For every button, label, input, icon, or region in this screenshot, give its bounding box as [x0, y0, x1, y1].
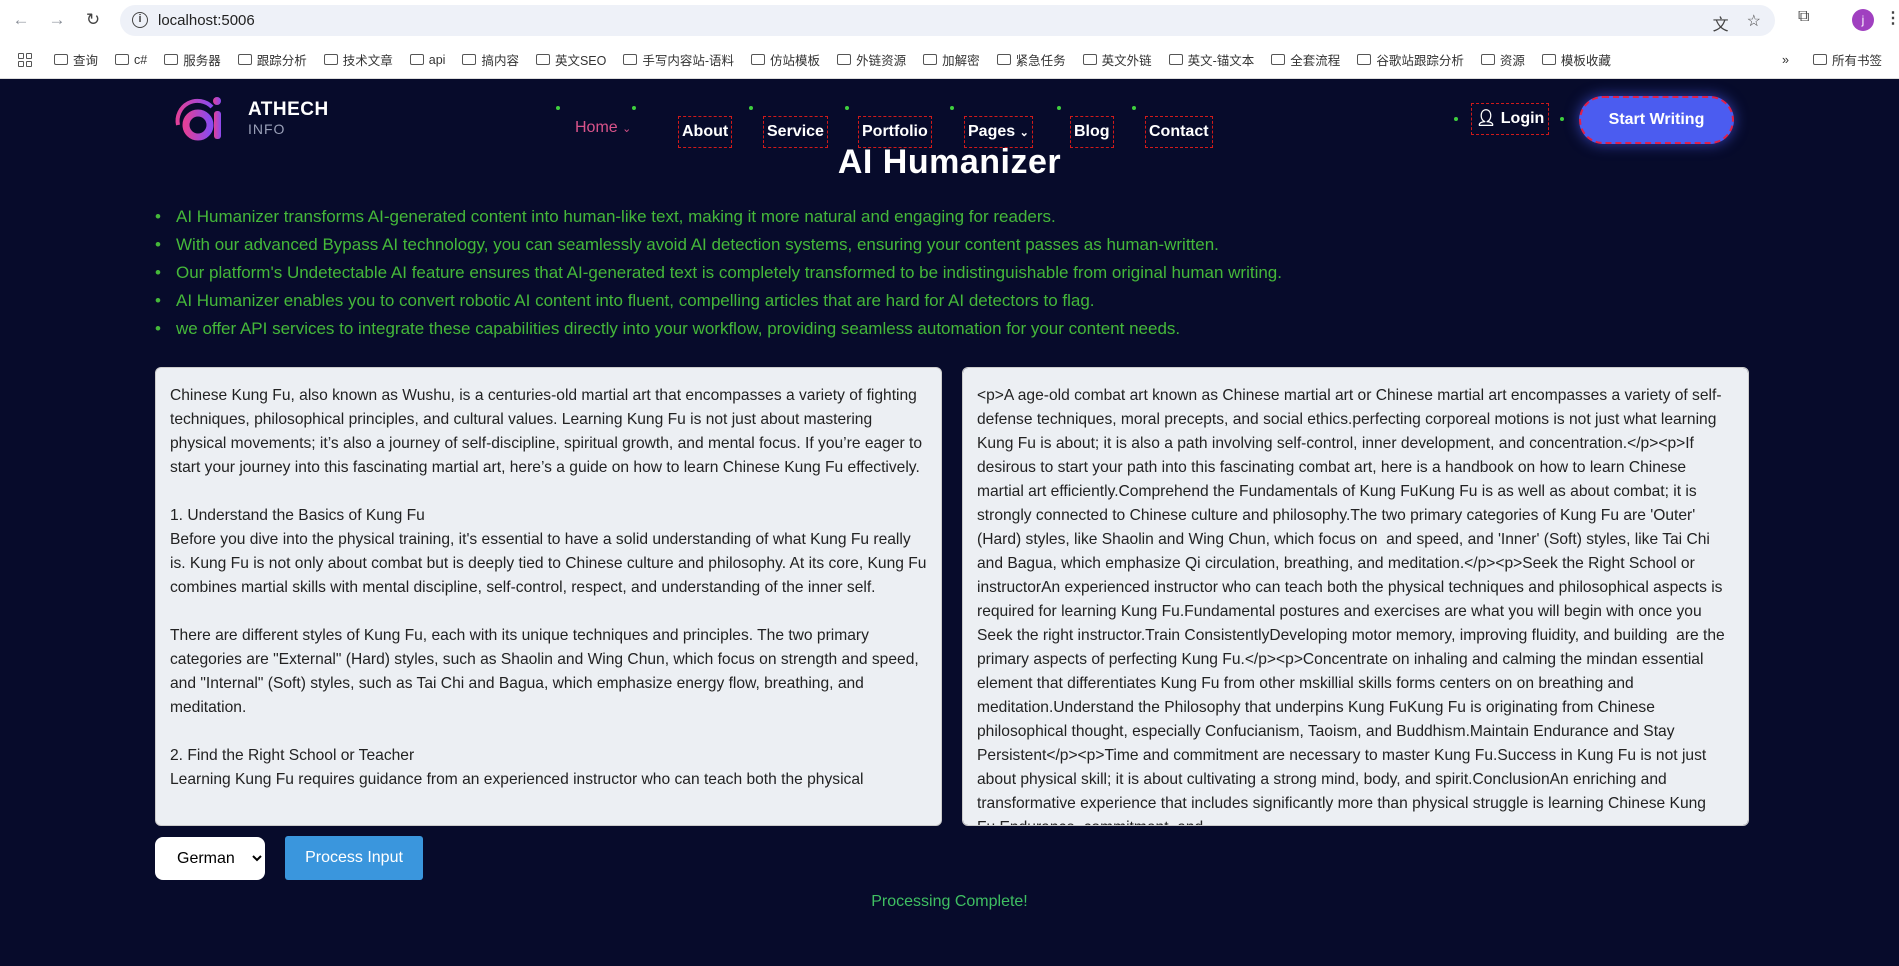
folder-icon	[1082, 54, 1097, 65]
bookmark-item[interactable]: 外链资源	[837, 50, 906, 69]
folder-icon	[751, 54, 766, 65]
folder-icon	[535, 54, 550, 65]
feature-item: With our advanced Bypass AI technology, …	[155, 233, 1282, 261]
nav-dot	[1454, 117, 1458, 121]
chevron-down-icon: ⌄	[622, 123, 632, 135]
bookmark-item[interactable]: 加解密	[923, 50, 980, 69]
folder-icon	[1271, 54, 1286, 65]
feature-item: AI Humanizer enables you to convert robo…	[155, 289, 1282, 317]
bookmark-item[interactable]: 模板收藏	[1541, 50, 1611, 69]
nav-dot	[1560, 117, 1564, 121]
nav-dot	[950, 106, 954, 110]
folder-icon	[1168, 54, 1183, 65]
status-message: Processing Complete!	[871, 893, 1028, 910]
bookmark-star-icon[interactable]: ☆	[1747, 11, 1761, 35]
more-bookmarks[interactable]: »	[1782, 53, 1789, 67]
folder-icon	[164, 54, 179, 65]
bookmark-item[interactable]: 仿站模板	[751, 50, 820, 69]
output-textarea[interactable]	[962, 367, 1749, 826]
user-icon: 👤︎	[1476, 110, 1497, 127]
folder-icon	[1541, 54, 1556, 65]
nav-dot	[1132, 106, 1136, 110]
feature-item: Our platform's Undetectable AI feature e…	[155, 261, 1282, 289]
nav-dot	[845, 106, 849, 110]
brand-sub: INFO	[248, 121, 286, 137]
profile-avatar[interactable]: j	[1852, 9, 1874, 31]
forward-icon[interactable]: →	[46, 10, 68, 30]
login-link[interactable]: 👤︎ Login	[1471, 103, 1550, 135]
bookmark-item[interactable]: 英文-锚文本	[1168, 50, 1254, 69]
bookmark-item[interactable]: 紧急任务	[996, 50, 1066, 69]
nav-dot	[556, 106, 560, 110]
bookmark-item[interactable]: 英文外链	[1082, 50, 1152, 69]
reload-icon[interactable]: ↻	[82, 10, 104, 30]
nav-home[interactable]: Home ⌄	[575, 119, 631, 137]
browser-toolbar: ← → ↻ i localhost:5006 文 ☆ ⧉ j ⋮	[0, 0, 1899, 41]
folder-icon	[623, 54, 638, 65]
folder-icon	[323, 54, 338, 65]
bookmark-item[interactable]: 搞内容	[462, 50, 519, 69]
bookmark-item[interactable]: 服务器	[164, 50, 221, 69]
folder-icon	[837, 54, 852, 65]
bookmark-item[interactable]: 跟踪分析	[237, 50, 307, 69]
address-bar[interactable]: i localhost:5006 文 ☆	[120, 5, 1775, 36]
language-select[interactable]: German	[155, 837, 265, 880]
page: ATHECH INFO Home ⌄ About Service Portfol…	[0, 79, 1899, 966]
bookmark-item[interactable]: 谷歌站跟踪分析	[1357, 50, 1464, 69]
folder-icon	[237, 54, 252, 65]
apps-icon[interactable]	[18, 52, 32, 67]
folder-icon	[409, 54, 424, 65]
nav-dot	[749, 106, 753, 110]
bookmark-item[interactable]: 手写内容站-语料	[623, 50, 734, 69]
bookmarks-bar: 查询 c# 服务器 跟踪分析 技术文章 api 搞内容 英文SEO 手写内容站-语料 仿站模板 外链…	[0, 41, 1899, 79]
start-writing-button[interactable]: Start Writing	[1579, 96, 1734, 144]
input-textarea[interactable]	[155, 367, 942, 826]
nav-dot	[1057, 106, 1061, 110]
bookmark-item[interactable]: 英文SEO	[535, 50, 606, 69]
folder-icon	[54, 54, 68, 65]
folder-icon	[1357, 54, 1372, 65]
feature-item: we offer API services to integrate these…	[155, 317, 1282, 345]
page-title: AI Humanizer	[837, 143, 1062, 181]
bookmark-item[interactable]: 全套流程	[1271, 50, 1340, 69]
extensions-icon[interactable]: ⧉	[1798, 8, 1809, 26]
url-text[interactable]: localhost:5006	[158, 12, 255, 29]
back-icon[interactable]: ←	[10, 10, 32, 30]
translate-icon[interactable]: 文	[1713, 11, 1729, 35]
bookmark-item[interactable]: 技术文章	[323, 50, 393, 69]
brand-name: ATHECH	[248, 99, 329, 120]
feature-item: AI Humanizer transforms AI-generated con…	[155, 205, 1282, 233]
bookmark-item[interactable]: 资源	[1480, 50, 1525, 69]
folder-icon	[996, 54, 1011, 65]
folder-icon	[1480, 54, 1495, 65]
logo-icon[interactable]	[172, 93, 236, 143]
process-input-button[interactable]: Process Input	[285, 836, 423, 880]
folder-icon	[462, 54, 477, 65]
site-info-icon[interactable]: i	[132, 12, 148, 28]
folder-icon	[115, 54, 130, 65]
nav-dot	[632, 106, 636, 110]
bookmark-item[interactable]: api	[409, 50, 445, 69]
folder-icon	[923, 54, 938, 65]
bookmark-item[interactable]: c#	[115, 50, 147, 69]
all-bookmarks[interactable]: 所有书签	[1812, 50, 1882, 69]
menu-icon[interactable]: ⋮	[1885, 8, 1899, 28]
feature-list: AI Humanizer transforms AI-generated con…	[155, 205, 1282, 345]
bookmark-item[interactable]: 查询	[54, 50, 98, 69]
chevron-down-icon: ⌄	[1019, 127, 1029, 139]
folder-icon	[1812, 54, 1827, 65]
